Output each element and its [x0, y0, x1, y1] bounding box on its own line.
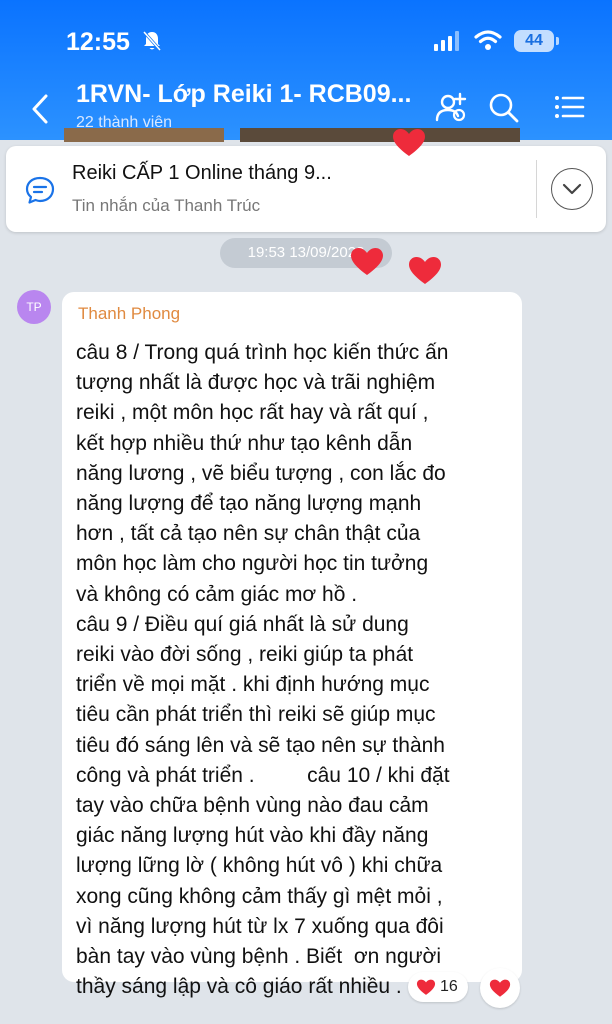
chevron-down-icon — [562, 183, 581, 194]
add-member-icon[interactable] — [434, 90, 468, 124]
status-time: 12:55 — [66, 28, 130, 56]
expand-button[interactable] — [551, 168, 593, 210]
react-button[interactable] — [480, 968, 520, 1008]
message-bubble[interactable]: Thanh Phong câu 8 / Trong quá trình học … — [62, 292, 522, 998]
pinned-subtitle: Tin nhắn của Thanh Trúc — [72, 196, 261, 215]
chat-header: 12:55 44 1RVN- Lớp Reiki 1- RCB09... 22 … — [0, 0, 612, 142]
reaction-count: 16 — [440, 978, 458, 995]
reaction-summary[interactable]: 16 — [408, 972, 468, 1002]
sender-name: Thanh Phong — [78, 304, 181, 323]
group-title[interactable]: 1RVN- Lớp Reiki 1- RCB09... — [76, 80, 411, 109]
search-icon[interactable] — [486, 90, 520, 124]
bell-off-icon — [142, 31, 162, 51]
heart-icon — [489, 979, 511, 997]
menu-list-icon[interactable] — [552, 90, 586, 124]
avatar[interactable]: TP — [17, 290, 51, 324]
signal-icon — [434, 31, 459, 51]
pinned-title: Reiki CẤP 1 Online tháng 9... — [72, 162, 332, 184]
divider — [536, 160, 537, 218]
background-photo-strip — [64, 128, 524, 142]
back-icon[interactable] — [26, 92, 56, 126]
battery-tip — [556, 37, 559, 45]
pinned-message-card[interactable]: Reiki CẤP 1 Online tháng 9... Tin nhắn c… — [6, 146, 606, 232]
heart-icon — [393, 129, 425, 156]
heart-icon — [409, 257, 441, 284]
heart-icon — [351, 248, 383, 275]
wifi-icon — [474, 30, 502, 50]
message-text: câu 8 / Trong quá trình học kiến thức ấn… — [76, 341, 450, 999]
chat-bubble-icon — [25, 176, 55, 204]
battery-icon: 44 — [514, 30, 554, 52]
heart-icon — [416, 979, 436, 995]
